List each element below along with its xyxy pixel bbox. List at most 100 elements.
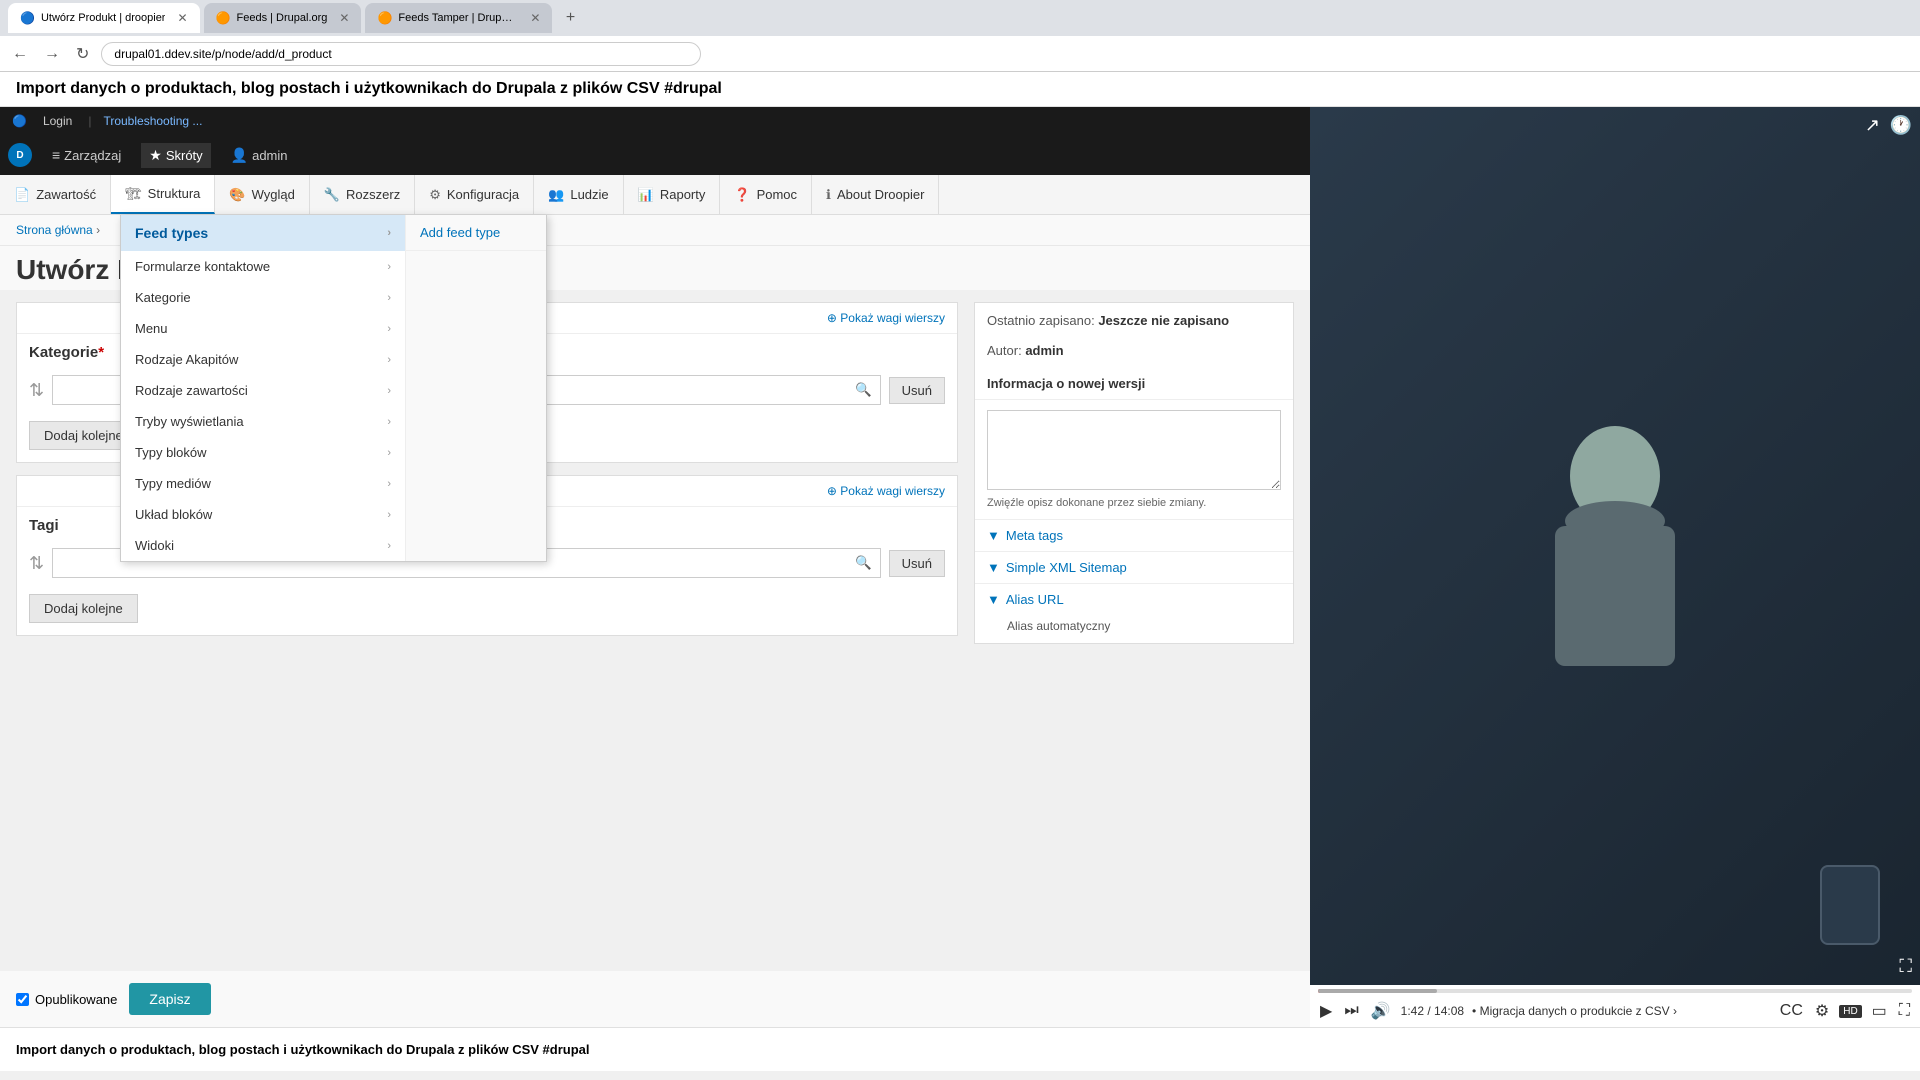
tab-close-btn[interactable]: ✕ [177,11,187,25]
forward-button[interactable]: → [40,41,64,67]
video-title-text: Import danych o produktach, blog postach… [16,80,722,97]
drupal-logo-icon: 🔵 [12,114,27,128]
dropdown-typy-mediow[interactable]: Typy mediów › [121,468,405,499]
nav-wyglad[interactable]: 🎨 Wygląd [215,175,309,214]
kategorie-remove-btn[interactable]: Usuń [889,377,945,404]
new-version-textarea[interactable] [987,410,1281,490]
drag-handle-tagi[interactable]: ⇅ [29,553,44,574]
drupal-toolbar: D ≡ Zarządzaj ★ Skróty 👤 admin [0,135,1310,175]
nav-konfiguracja[interactable]: ⚙ Konfiguracja [415,175,534,214]
person-silhouette [1515,396,1715,696]
chevron-down-icon-3: ▼ [987,592,1000,607]
tab-favicon-feeds: 🟠 [216,11,231,25]
feed-types-arrow: › [387,227,391,239]
dropdown-uklad[interactable]: Układ bloków › [121,499,405,530]
last-saved-label: Ostatnio zapisano: [987,313,1095,328]
back-button[interactable]: ← [8,41,32,67]
tab-close-btn-3[interactable]: ✕ [530,11,540,25]
next-button[interactable]: ⏭ [1342,1000,1360,1022]
dropdown-zawartosci[interactable]: Rodzaje zawartości › [121,375,405,406]
dropdown-menu[interactable]: Menu › [121,313,405,344]
nav-raporty[interactable]: 📊 Raporty [624,175,721,214]
published-checkbox[interactable] [16,993,29,1006]
tab-favicon: 🔵 [20,11,35,25]
reports-icon: 📊 [638,187,654,203]
tagi-search-btn[interactable]: 🔍 [847,549,880,577]
widoki-arrow: › [387,540,391,552]
fullscreen-icon[interactable]: ⛶ [1899,956,1912,977]
dropdown-formularze[interactable]: Formularze kontaktowe › [121,251,405,282]
dropdown-akapity[interactable]: Rodzaje Akapitów › [121,344,405,375]
nav-rozszerz[interactable]: 🔧 Rozszerz [310,175,415,214]
time-display: 1:42 / 14:08 [1401,1004,1464,1018]
breadcrumb-separator: › [96,223,100,237]
clock-icon: 🕐 [1890,115,1912,136]
browser-address-bar: ← → ↻ [0,36,1920,72]
share-icon[interactable]: ↗ [1865,115,1880,136]
video-panel: ↗ 🕐 ⛶ ▶ ⏭ 🔊 1:42 / 14:08 • Migracja dany… [1310,107,1920,1027]
meta-tags-toggle[interactable]: ▼ Meta tags [975,519,1293,551]
browser-tab-feeds[interactable]: 🟠 Feeds | Drupal.org ✕ [204,3,362,33]
fullscreen-button[interactable]: ⛶ [1897,1000,1912,1022]
nav-about[interactable]: ℹ About Droopier [812,175,939,214]
about-icon: ℹ [826,187,831,203]
sidebar: Ostatnio zapisano: Jeszcze nie zapisano … [974,302,1294,959]
typy-blokow-arrow: › [387,447,391,459]
simple-xml-toggle[interactable]: ▼ Simple XML Sitemap [975,551,1293,583]
browser-title-bar: 🔵 Utwórz Produkt | droopier ✕ 🟠 Feeds | … [0,0,1920,36]
microphone-stand [1820,865,1880,945]
alias-url-toggle[interactable]: ▼ Alias URL [975,583,1293,615]
dropdown-typy-blokow[interactable]: Typy bloków › [121,437,405,468]
video-description[interactable]: • Migracja danych o produkcie z CSV › [1472,1004,1770,1018]
nav-struktura[interactable]: 🏗 Struktura [111,175,215,214]
config-icon: ⚙ [429,187,441,203]
tagi-remove-btn[interactable]: Usuń [889,550,945,577]
dropdown-feed-types[interactable]: Feed types › [121,215,405,251]
browser-tab-active[interactable]: 🔵 Utwórz Produkt | droopier ✕ [8,3,200,33]
star-icon: ★ [149,147,162,164]
toolbar-shortcuts[interactable]: ★ Skróty [141,143,210,168]
toolbar-admin[interactable]: 👤 admin [223,143,296,168]
theater-button[interactable]: ▭ [1870,999,1889,1023]
required-star: * [98,344,104,361]
struktura-dropdown: Feed types › Formularze kontaktowe › Kat… [120,215,547,562]
drag-handle-kategorie[interactable]: ⇅ [29,380,44,401]
play-button[interactable]: ▶ [1318,999,1334,1023]
add-feed-type-link[interactable]: Add feed type [406,215,546,251]
progress-bar[interactable] [1318,989,1912,993]
kategorie-search-btn[interactable]: 🔍 [847,376,880,404]
published-checkbox-label[interactable]: Opublikowane [16,992,117,1007]
new-tab-btn[interactable]: + [556,4,584,32]
nav-content[interactable]: 📄 Zawartość [0,175,111,214]
video-background [1310,107,1920,985]
volume-button[interactable]: 🔊 [1369,999,1393,1023]
dropdown-tryby[interactable]: Tryby wyświetlania › [121,406,405,437]
nav-ludzie[interactable]: 👥 Ludzie [534,175,624,214]
address-input[interactable] [101,42,701,66]
kategorie-arrow: › [387,292,391,304]
dropdown-kategorie[interactable]: Kategorie › [121,282,405,313]
save-button[interactable]: Zapisz [129,983,210,1015]
breadcrumb-home[interactable]: Strona główna [16,223,93,237]
tab-label-tamper: Feeds Tamper | Drupal.org [398,12,518,24]
bottom-area: Opublikowane Zapisz [0,971,1310,1027]
subtitles-button[interactable]: CC [1778,1000,1805,1022]
troubleshooting-button[interactable]: Troubleshooting ... [103,114,202,128]
reload-button[interactable]: ↻ [72,40,93,68]
tab-label: Utwórz Produkt | droopier [41,12,166,24]
nav-pomoc[interactable]: ❓ Pomoc [720,175,812,214]
tab-label-feeds: Feeds | Drupal.org [237,12,328,24]
content-icon: 📄 [14,187,30,203]
tagi-add-btn[interactable]: Dodaj kolejne [29,594,138,623]
dropdown-widoki[interactable]: Widoki › [121,530,405,561]
tab-close-btn-2[interactable]: ✕ [339,11,349,25]
toolbar-manage[interactable]: ≡ Zarządzaj [44,143,129,167]
controls-row: ▶ ⏭ 🔊 1:42 / 14:08 • Migracja danych o p… [1318,999,1912,1023]
tab-favicon-tamper: 🟠 [377,11,392,25]
settings-button[interactable]: ⚙ [1813,999,1831,1023]
login-button[interactable]: Login [39,110,76,132]
yt-bottom-text: Import danych o produktach, blog postach… [16,1042,590,1057]
browser-tab-tamper[interactable]: 🟠 Feeds Tamper | Drupal.org ✕ [365,3,552,33]
tryby-arrow: › [387,416,391,428]
author-value: admin [1025,343,1063,358]
